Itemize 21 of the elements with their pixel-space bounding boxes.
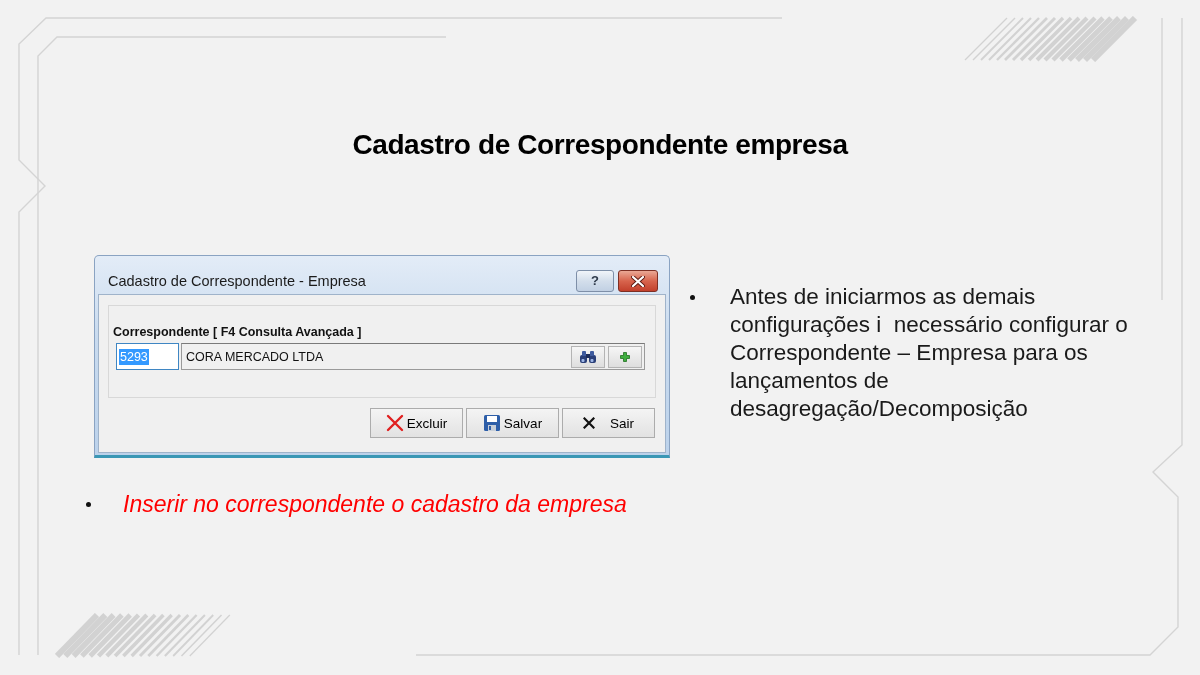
window-title: Cadastro de Correspondente - Empresa: [108, 273, 366, 289]
delete-icon: [385, 414, 404, 432]
name-field[interactable]: CORA MERCADO LTDA: [181, 343, 645, 370]
help-button[interactable]: ?: [576, 270, 614, 292]
slide-title: Cadastro de Correspondente empresa: [351, 128, 850, 162]
field-label: Correspondente [ F4 Consulta Avançada ]: [113, 324, 363, 340]
bullet-icon: [86, 502, 91, 507]
close-button[interactable]: [618, 270, 658, 292]
add-button[interactable]: [608, 345, 642, 368]
exit-button[interactable]: Sair: [562, 408, 655, 438]
note-text: Antes de iniciarmos as demais configurações i necessário configurar o Correspondente – Empresa para os lançamentos de desagregação/Decomposição: [730, 283, 1129, 423]
save-button[interactable]: Salvar: [466, 408, 559, 438]
bullet-icon: [690, 295, 695, 300]
search-button[interactable]: [571, 345, 605, 368]
close-icon: [631, 275, 645, 287]
delete-button[interactable]: Excluir: [370, 408, 463, 438]
instruction-text: Inserir no correspondente o cadastro da empresa: [123, 490, 627, 518]
field-value: CORA MERCADO LTDA: [186, 349, 324, 364]
plus-icon: [620, 351, 630, 362]
x-icon: [583, 417, 595, 429]
binoculars-icon: [579, 349, 597, 364]
